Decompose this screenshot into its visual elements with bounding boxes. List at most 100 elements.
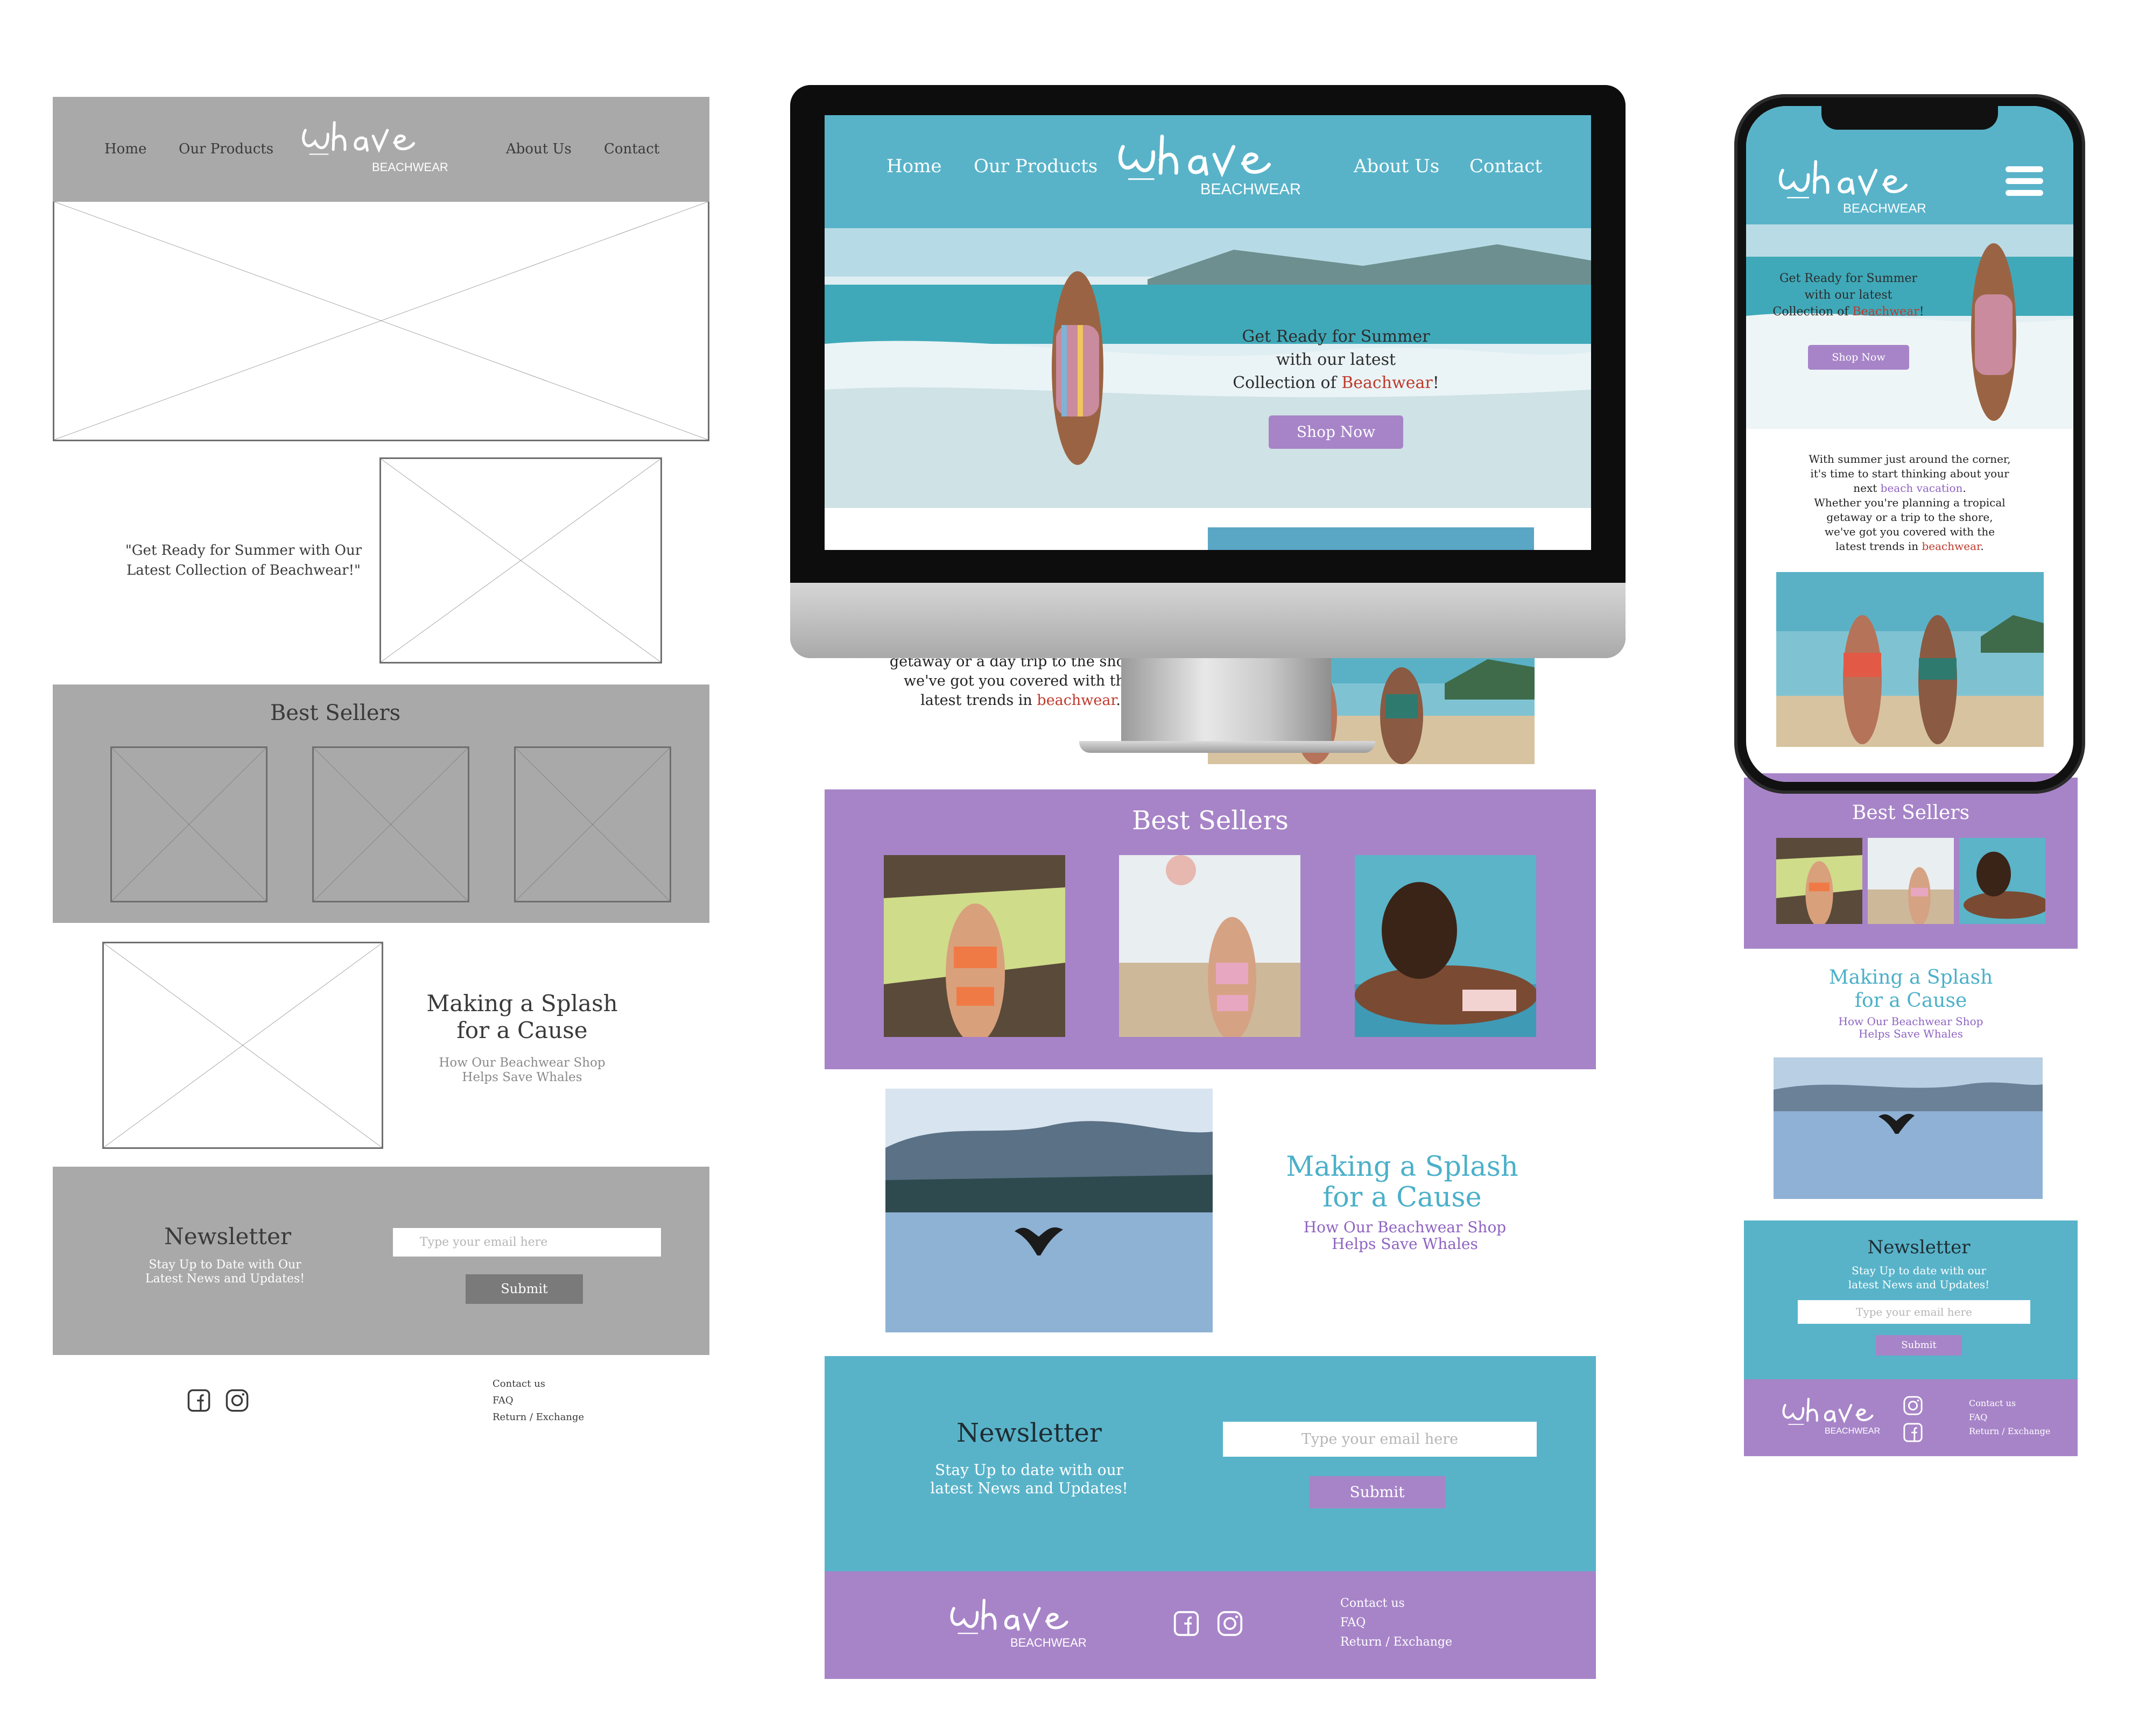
wf-logo[interactable] xyxy=(298,118,421,161)
wf-submit-button[interactable]: Submit xyxy=(466,1274,583,1304)
wf-footer-contact[interactable]: Contact us xyxy=(492,1375,584,1392)
wf-instagram-icon[interactable] xyxy=(225,1388,249,1413)
desktop-cause-title-line-2: for a Cause xyxy=(1322,1182,1482,1213)
wf-facebook-icon[interactable] xyxy=(187,1388,211,1413)
mobile-footer-faq[interactable]: FAQ xyxy=(1969,1410,2050,1424)
desktop-footer-links: Contact us FAQ Return / Exchange xyxy=(1340,1594,1452,1652)
mobile-best-sellers-title: Best Sellers xyxy=(1852,802,1970,824)
wf-cause-title: Making a Splash for a Cause xyxy=(426,990,618,1043)
desktop-intro-image-top xyxy=(1208,527,1534,550)
wf-product-3[interactable] xyxy=(514,746,671,902)
desktop-footer-faq[interactable]: FAQ xyxy=(1340,1613,1452,1633)
mobile-product-1[interactable] xyxy=(1776,838,1862,924)
mobile-cause-image xyxy=(1774,1057,2043,1199)
desktop-newsletter-sub-line-2: latest News and Updates! xyxy=(930,1479,1128,1497)
mobile-newsletter-title: Newsletter xyxy=(1867,1237,1971,1258)
mobile-instagram-icon[interactable] xyxy=(1903,1395,1923,1416)
desktop-product-2[interactable] xyxy=(1119,855,1300,1037)
wf-tagline-image xyxy=(379,457,662,664)
desktop-footer-contact[interactable]: Contact us xyxy=(1340,1594,1452,1613)
desktop-footer-logo[interactable] xyxy=(946,1596,1075,1641)
mobile-best-sellers: Best Sellers xyxy=(1744,778,2078,949)
mobile-intro-line-4: Whether you're planning a tropical xyxy=(1814,496,2006,509)
mobile-intro-line-7: latest trends in beachwear. xyxy=(1835,540,1984,553)
mobile-product-3[interactable] xyxy=(1959,838,2045,924)
desktop-cause-title: Making a Splash for a Cause xyxy=(1281,1152,1523,1213)
wf-logo-sub: BEACHWEAR xyxy=(372,160,448,174)
desktop-product-3[interactable] xyxy=(1355,855,1536,1037)
mobile-intro-line-6: we've got you covered with the xyxy=(1824,525,1995,538)
desktop-nav-home[interactable]: Home xyxy=(886,156,941,177)
desktop-nav-products[interactable]: Our Products xyxy=(974,156,1097,177)
mobile-submit-button[interactable]: Submit xyxy=(1876,1335,1962,1356)
wf-newsletter-sub: Stay Up to Date with Our Latest News and… xyxy=(145,1258,305,1286)
phone-frame: BEACHWEAR Get Ready for Summer with our … xyxy=(1734,94,2085,794)
mobile-intro-text: With summer just around the corner, it's… xyxy=(1768,452,2052,554)
wf-footer-return[interactable]: Return / Exchange xyxy=(492,1409,584,1426)
desktop-hero-line-3: Collection of Beachwear! xyxy=(1233,373,1439,392)
desktop-cause-sub-line-2: Helps Save Whales xyxy=(1332,1235,1478,1253)
wf-nav-products[interactable]: Our Products xyxy=(179,141,273,157)
monitor-stand-neck xyxy=(1121,657,1331,745)
mobile-newsletter: Newsletter Stay Up to date with our late… xyxy=(1744,1220,2078,1379)
wf-nav-home[interactable]: Home xyxy=(104,141,146,157)
desktop-product-1[interactable] xyxy=(884,855,1065,1037)
mobile-footer-logo[interactable] xyxy=(1779,1395,1878,1430)
mobile-footer-logo-sub: BEACHWEAR xyxy=(1825,1427,1881,1436)
mobile-intro-line-1: With summer just around the corner, xyxy=(1809,453,2011,465)
wf-footer-faq[interactable]: FAQ xyxy=(492,1392,584,1409)
mobile-facebook-icon[interactable] xyxy=(1903,1422,1923,1443)
desktop-email-input[interactable]: Type your email here xyxy=(1223,1422,1537,1457)
mobile-newsletter-sub-line-2: latest News and Updates! xyxy=(1848,1278,1990,1291)
desktop-cause-sub-line-1: How Our Beachwear Shop xyxy=(1303,1218,1507,1236)
mobile-footer-contact[interactable]: Contact us xyxy=(1969,1396,2050,1410)
mobile-cause-sub-line-2: Helps Save Whales xyxy=(1858,1027,1964,1040)
desktop-footer-logo-sub: BEACHWEAR xyxy=(1010,1636,1087,1649)
desktop-intro-text: getaway or a day trip to the sho we've g… xyxy=(861,652,1125,710)
mobile-footer: BEACHWEAR Contact us FAQ Return / Exchan… xyxy=(1744,1379,2078,1456)
desktop-cause-sub: How Our Beachwear Shop Helps Save Whales xyxy=(1292,1219,1518,1252)
mobile-email-input[interactable]: Type your email here xyxy=(1798,1300,2030,1324)
wf-hero-placeholder xyxy=(53,202,709,441)
mobile-cause-sub: How Our Beachwear Shop Helps Save Whales xyxy=(1830,1015,1992,1040)
mobile-footer-links: Contact us FAQ Return / Exchange xyxy=(1969,1396,2050,1438)
mobile-hero-line-2: with our latest xyxy=(1804,288,1892,302)
wf-cause-image xyxy=(102,942,383,1149)
desktop-newsletter-sub-line-1: Stay Up to date with our xyxy=(935,1461,1123,1479)
desktop-submit-button[interactable]: Submit xyxy=(1309,1476,1445,1508)
desktop-footer-return[interactable]: Return / Exchange xyxy=(1340,1633,1452,1652)
monitor-stand-base xyxy=(1079,741,1375,753)
mobile-logo-sub: BEACHWEAR xyxy=(1843,201,1926,216)
wf-product-1[interactable] xyxy=(110,746,268,902)
mobile-cause-title-line-1: Making a Splash xyxy=(1828,966,1993,989)
desktop-facebook-icon[interactable] xyxy=(1173,1610,1200,1637)
wf-product-2[interactable] xyxy=(312,746,469,902)
mobile-cause-title: Making a Splash for a Cause xyxy=(1819,966,2002,1012)
wireframe-header: Home Our Products BEACHWEAR About Us Con… xyxy=(53,97,709,202)
wf-nav-contact[interactable]: Contact xyxy=(604,141,659,157)
mobile-shop-now-button[interactable]: Shop Now xyxy=(1808,345,1909,370)
desktop-nav-about[interactable]: About Us xyxy=(1354,156,1439,177)
desktop-instagram-icon[interactable] xyxy=(1216,1610,1243,1637)
mobile-hero-line-1: Get Ready for Summer xyxy=(1779,272,1918,285)
mobile-intro-line-2: it's time to start thinking about your xyxy=(1810,467,2009,480)
hamburger-menu-icon[interactable] xyxy=(2006,166,2043,197)
wf-best-sellers: Best Sellers xyxy=(53,684,709,923)
wf-email-input[interactable]: Type your email here xyxy=(393,1228,661,1257)
mobile-footer-return[interactable]: Return / Exchange xyxy=(1969,1424,2050,1438)
phone-notch xyxy=(1821,106,1998,130)
mobile-newsletter-sub: Stay Up to date with our latest News and… xyxy=(1744,1264,2094,1292)
mobile-product-2[interactable] xyxy=(1868,838,1954,924)
desktop-shop-now-button[interactable]: Shop Now xyxy=(1269,415,1403,449)
mobile-intro-line-3: next beach vacation. xyxy=(1853,482,1966,495)
desktop-logo-sub: BEACHWEAR xyxy=(1200,181,1301,198)
mobile-cause-title-line-2: for a Cause xyxy=(1854,990,1967,1012)
desktop-cause-title-line-1: Making a Splash xyxy=(1286,1151,1518,1183)
desktop-footer: BEACHWEAR Contact us FAQ Return / Exchan… xyxy=(825,1571,1596,1679)
wf-tagline: "Get Ready for Summer with Our Latest Co… xyxy=(125,542,362,578)
desktop-newsletter-title: Newsletter xyxy=(956,1418,1102,1448)
desktop-nav-contact[interactable]: Contact xyxy=(1469,156,1542,177)
wf-nav-about[interactable]: About Us xyxy=(506,141,572,157)
mobile-logo[interactable] xyxy=(1773,157,1916,206)
desktop-intro-line-3: latest trends in beachwear. xyxy=(920,692,1121,709)
